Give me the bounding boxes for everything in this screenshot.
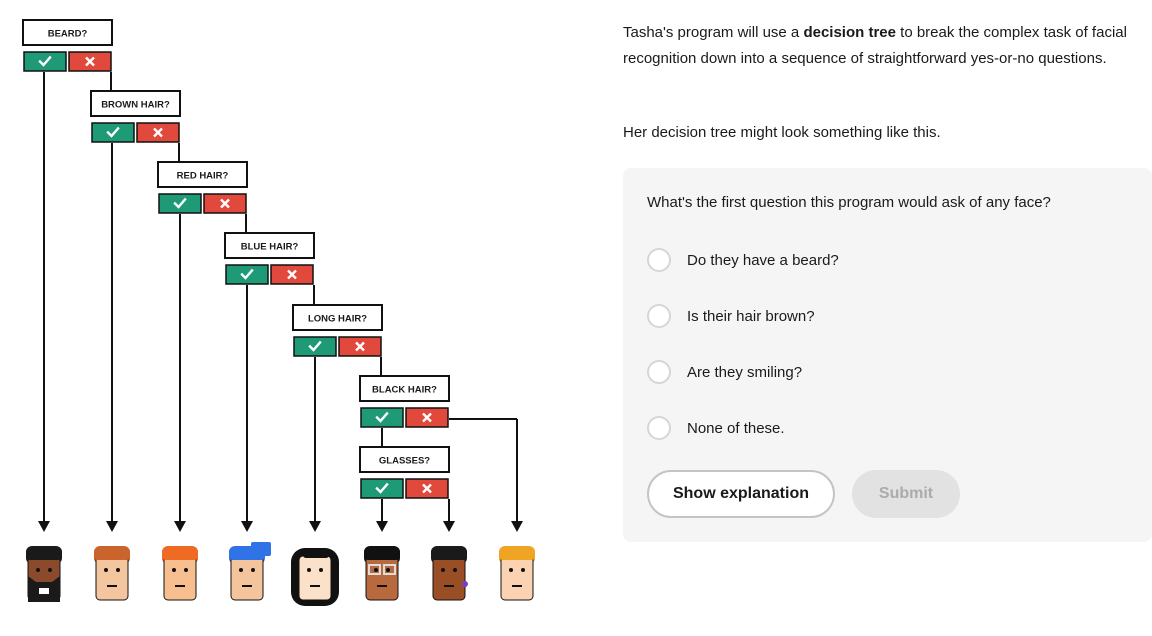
question-node: BEARD? <box>22 19 113 72</box>
question-node: GLASSES? <box>359 446 450 499</box>
option-label: Do they have a beard? <box>687 251 839 269</box>
option-beard[interactable]: Do they have a beard? <box>647 246 839 274</box>
tree-question-nodes: BEARD? BROWN HAIR? RED HAIR? BLUE HAIR? LONG… <box>22 19 450 499</box>
option-label: Is their hair brown? <box>687 307 815 325</box>
option-label: Are they smiling? <box>687 363 803 381</box>
question-label: BROWN HAIR? <box>101 100 170 111</box>
decision-tree-term: decision tree <box>803 24 896 41</box>
quiz-question: What's the first question this program w… <box>647 194 1051 211</box>
intro-paragraph-2: Her decision tree might look something l… <box>623 124 941 141</box>
blonde-hair-face <box>499 546 535 601</box>
question-node: BLUE HAIR? <box>224 232 315 285</box>
long-black-hair-face <box>291 548 339 606</box>
quiz-card: What's the first question this program w… <box>623 168 1152 542</box>
question-label: GLASSES? <box>379 456 430 467</box>
radio-button[interactable] <box>647 248 671 272</box>
intro-text-before: Tasha's program will use a <box>623 24 804 41</box>
brown-hair-face <box>94 546 130 601</box>
face-avatars <box>26 542 535 606</box>
option-label: None of these. <box>687 419 785 437</box>
show-explanation-button[interactable]: Show explanation <box>647 470 835 518</box>
radio-button[interactable] <box>647 416 671 440</box>
arrowhead <box>241 521 253 532</box>
question-node: BROWN HAIR? <box>90 90 181 143</box>
arrowhead <box>511 521 523 532</box>
question-label: BLACK HAIR? <box>372 385 437 396</box>
arrowhead <box>443 521 455 532</box>
dark-hair-face <box>431 546 468 601</box>
question-node: BLACK HAIR? <box>359 375 450 428</box>
intro-paragraph: Tasha's program will use a decision tree… <box>623 20 1148 71</box>
option-none[interactable]: None of these. <box>647 414 785 442</box>
option-smiling[interactable]: Are they smiling? <box>647 358 802 386</box>
question-label: LONG HAIR? <box>308 314 367 325</box>
glasses-face <box>364 546 400 601</box>
arrowhead <box>309 521 321 532</box>
question-label: BLUE HAIR? <box>241 242 299 253</box>
decision-tree-diagram: BEARD? BROWN HAIR? RED HAIR? BLUE HAIR? LONG… <box>22 19 535 606</box>
option-brown-hair[interactable]: Is their hair brown? <box>647 302 815 330</box>
question-node: RED HAIR? <box>157 161 248 214</box>
question-label: RED HAIR? <box>177 171 229 182</box>
blue-hair-face <box>229 542 271 601</box>
arrowhead <box>376 521 388 532</box>
radio-button[interactable] <box>647 360 671 384</box>
arrowhead <box>174 521 186 532</box>
arrowhead <box>38 521 50 532</box>
question-node: LONG HAIR? <box>292 304 383 357</box>
red-hair-face <box>162 546 198 601</box>
arrowhead <box>106 521 118 532</box>
question-label: BEARD? <box>48 29 88 40</box>
radio-button[interactable] <box>647 304 671 328</box>
bearded-face <box>26 546 62 602</box>
submit-button[interactable]: Submit <box>852 470 960 518</box>
